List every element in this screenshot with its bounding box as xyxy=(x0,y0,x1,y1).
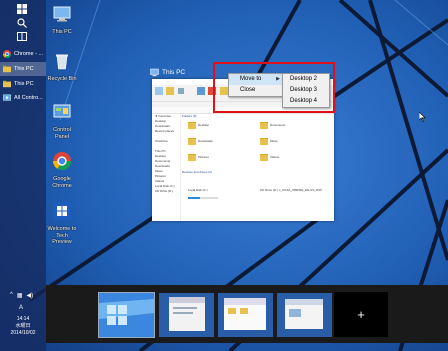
taskbar-item-label: All Contro... xyxy=(14,95,43,101)
control-panel-icon xyxy=(53,104,71,118)
folder-icon xyxy=(188,138,196,145)
desktop-thumbnail-image xyxy=(277,293,332,337)
desktop-icon-label: Control Panel xyxy=(53,127,71,140)
folder-item[interactable]: Music xyxy=(260,138,290,148)
this-pc-icon xyxy=(150,68,159,76)
folder-label: Documents xyxy=(270,123,286,127)
desktop-icon-label: Google Chrome xyxy=(52,176,72,189)
window-title: This PC xyxy=(162,68,186,76)
folder-item[interactable]: Documents xyxy=(260,122,290,132)
desktop-thumbnail-3[interactable] xyxy=(218,293,273,337)
desktop-icon-chrome[interactable]: Google Chrome xyxy=(47,152,77,189)
folder-icon xyxy=(3,65,11,73)
desktop-icon-welcome[interactable]: Welcome to Tech Preview xyxy=(47,202,77,246)
add-desktop-button[interactable]: + xyxy=(334,292,388,337)
section-folders: Folders (6) xyxy=(182,114,197,118)
drive-label: Local Disk (C:) xyxy=(188,188,208,192)
desktop-icon-this-pc[interactable]: This PC xyxy=(47,5,77,36)
section-devices: Devices and drives (2) xyxy=(182,170,212,174)
red-highlight-box xyxy=(213,62,335,113)
folder-content: Folders (6) Desktop Documents Downloads … xyxy=(182,114,332,221)
desktop-icon-recycle-bin[interactable]: Recycle Bin xyxy=(47,52,77,83)
folder-icon xyxy=(260,122,268,129)
drive-item[interactable]: Local Disk (C:) xyxy=(188,178,248,199)
taskbar-item-control-panel[interactable]: All Contro... xyxy=(0,91,46,105)
control-panel-icon xyxy=(3,94,11,101)
desktop-icon-label: This PC xyxy=(52,29,72,35)
desktop-icon-label: Recycle Bin xyxy=(47,76,77,82)
navigation-pane: ★ Favorites Desktop Downloads Recent pla… xyxy=(152,114,181,221)
desktop-thumbnail-1[interactable] xyxy=(98,292,155,338)
desktop-thumbnail-4[interactable] xyxy=(277,293,332,337)
folder-icon xyxy=(260,138,268,145)
drive-usage-bar xyxy=(188,197,218,199)
windows-logo-icon xyxy=(53,202,71,220)
nav-item: CD Drive (D:) xyxy=(155,189,173,193)
folder-icon xyxy=(188,154,196,161)
folder-label: Downloads xyxy=(198,139,213,143)
clock-weekday: 水曜日 xyxy=(15,323,31,329)
folder-item[interactable]: Desktop xyxy=(188,122,218,132)
drive-label: CD Drive (D:) J_CCSA_X86FRE_EN-US_DV5 xyxy=(260,188,322,192)
chevron-up-icon[interactable]: ^ xyxy=(10,292,13,299)
drive-usage-fill xyxy=(188,197,200,199)
folder-icon xyxy=(188,122,196,129)
taskbar-item-this-pc[interactable]: This PC xyxy=(0,62,46,76)
taskbar-item-this-pc-2[interactable]: This PC xyxy=(0,77,46,91)
clock[interactable]: 14:14 水曜日 2014/10/02 xyxy=(0,316,46,337)
folder-item[interactable]: Downloads xyxy=(188,138,218,148)
computer-icon xyxy=(53,6,71,22)
taskbar-item-label: This PC xyxy=(14,81,34,87)
windows-start-icon[interactable] xyxy=(17,4,27,14)
clock-time: 14:14 xyxy=(16,316,30,322)
folder-label: Desktop xyxy=(198,123,210,127)
ime-indicator[interactable]: A xyxy=(19,305,23,311)
desktop-icon-control-panel[interactable]: Control Panel xyxy=(47,103,77,140)
plus-icon: + xyxy=(357,307,365,322)
folder-label: Videos xyxy=(270,155,280,159)
chrome-icon xyxy=(53,152,71,170)
desktop-thumbnail-2[interactable] xyxy=(159,293,214,337)
desktop-thumbnail-image xyxy=(99,293,154,337)
folder-icon xyxy=(260,154,268,161)
recycle-bin-icon xyxy=(56,54,68,70)
task-view-icon[interactable] xyxy=(17,32,27,41)
folder-label: Music xyxy=(270,139,278,143)
network-icon[interactable]: ▦ xyxy=(17,292,23,299)
screen: Chrome - ... This PC This PC All Contro.… xyxy=(0,0,448,351)
system-tray: ^ ▦ ◀) A 14:14 水曜日 2014/10/02 xyxy=(0,292,46,351)
desktop-thumbnail-image xyxy=(218,293,273,337)
taskbar: Chrome - ... This PC This PC All Contro.… xyxy=(0,0,46,351)
folder-item[interactable]: Pictures xyxy=(188,154,218,164)
search-icon[interactable] xyxy=(17,18,27,28)
folder-icon xyxy=(3,80,11,88)
taskbar-item-label: Chrome - ... xyxy=(14,51,44,57)
window-title-bar: This PC xyxy=(150,65,185,79)
taskbar-item-label: This PC xyxy=(14,66,34,72)
mouse-cursor-icon xyxy=(419,112,426,122)
folder-item[interactable]: Videos xyxy=(260,154,290,164)
folder-label: Pictures xyxy=(198,155,209,159)
desktop-thumbnail-image xyxy=(159,293,214,337)
clock-date: 2014/10/02 xyxy=(10,330,36,336)
chrome-icon xyxy=(3,50,11,58)
drive-item[interactable]: CD Drive (D:) J_CCSA_X86FRE_EN-US_DV5 xyxy=(260,178,330,192)
desktop-icon-label: Welcome to Tech Preview xyxy=(47,226,77,245)
taskbar-item-chrome[interactable]: Chrome - ... xyxy=(0,47,46,61)
volume-icon[interactable]: ◀) xyxy=(27,292,34,299)
